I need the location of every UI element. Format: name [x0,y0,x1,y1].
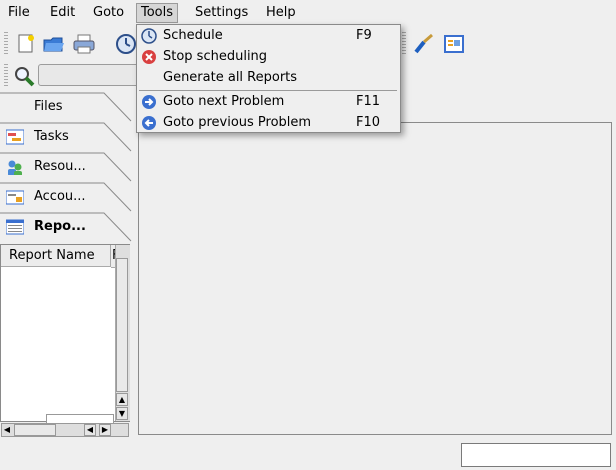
clock-icon [141,28,157,44]
menu-item-schedule[interactable]: Schedule F9 [137,26,400,46]
resources-icon [8,160,22,175]
menu-file-label: File [8,5,30,20]
clean-button[interactable] [412,32,436,56]
goto-previous-problem-shortcut: F10 [356,115,381,130]
tab-files-label: Files [34,99,63,114]
filter-input[interactable] [46,414,114,423]
goto-previous-problem-label: Goto previous Problem [163,115,312,130]
menu-file[interactable]: File [4,4,34,22]
menu-goto-label: Goto [93,5,125,20]
schedule-shortcut: F9 [356,28,372,43]
tab-resources-label: Resou... [34,159,86,174]
menu-settings-label: Settings [195,5,249,20]
scroll-right-arrow[interactable]: ▶ [99,424,111,436]
toolbar-grip[interactable] [4,32,8,56]
reports-icon [6,219,24,235]
sidebar-tab-resources[interactable]: Resou... [0,152,132,182]
search-button[interactable] [12,64,36,88]
menu-settings[interactable]: Settings [191,4,252,22]
menu-edit-label: Edit [50,5,76,20]
tools-dropdown-menu: Schedule F9 Stop scheduling Generate all… [136,24,401,133]
status-bar-field [461,443,611,467]
main-content-area[interactable] [138,122,612,435]
menu-tools[interactable]: Tools [136,3,179,23]
report-name-header-label: Report Name [9,248,95,263]
tasks-icon [6,129,24,145]
menubar: File Edit Goto Tools Settings Help [0,0,616,26]
arrow-left-icon [142,116,156,130]
sidebar-tab-reports[interactable]: Repo... [0,212,132,242]
scroll-down-arrow[interactable]: ▼ [116,407,128,420]
sidebar-tab-tasks[interactable]: Tasks [0,122,132,152]
list-scroll-thumb[interactable] [116,258,128,392]
report-view-button[interactable] [442,32,466,56]
sidebar-tab-files[interactable]: Files [0,92,132,122]
stop-icon [142,50,156,64]
print-button[interactable] [72,32,96,56]
broom-icon [414,33,433,54]
sidebar-tab-accounts[interactable]: Accou... [0,182,132,212]
menu-help[interactable]: Help [262,4,300,22]
stop-scheduling-label: Stop scheduling [163,49,268,64]
accounts-icon [6,190,24,205]
schedule-label: Schedule [163,28,223,43]
scroll-left-arrow-2[interactable]: ◀ [84,424,96,436]
scroll-up-arrow[interactable]: ▲ [116,393,128,406]
tab-accounts-label: Accou... [34,189,86,204]
menu-goto[interactable]: Goto [89,4,128,22]
tab-reports-label: Repo... [34,219,86,234]
arrow-right-icon [142,95,156,109]
menu-item-goto-previous-problem[interactable]: Goto previous Problem F10 [137,113,400,133]
report-window-icon [444,35,464,53]
report-name-column-header[interactable]: Report Name [1,245,111,267]
magnifier-icon [15,67,35,87]
clock-icon [116,34,136,54]
schedule-toolbar-button[interactable] [114,32,138,56]
menu-item-stop-scheduling[interactable]: Stop scheduling [137,47,400,67]
files-icon [6,99,24,115]
menu-tools-label: Tools [141,5,174,20]
report-list[interactable] [0,244,130,422]
generate-reports-label: Generate all Reports [163,70,298,85]
new-file-button[interactable] [14,32,38,56]
tab-tasks-label: Tasks [34,129,69,144]
goto-next-problem-shortcut: F11 [356,94,381,109]
goto-next-problem-label: Goto next Problem [163,94,285,109]
menu-edit[interactable]: Edit [46,4,79,22]
open-file-button[interactable] [42,32,66,56]
menu-separator [139,90,397,91]
menu-item-goto-next-problem[interactable]: Goto next Problem F11 [137,92,400,112]
menu-help-label: Help [266,5,296,20]
open-folder-icon [43,37,64,52]
scroll-left-arrow[interactable]: ◀ [2,424,12,436]
printer-icon [73,34,95,54]
horizontal-scroll-thumb[interactable] [14,424,56,436]
new-file-icon [18,34,34,53]
search-toolbar-grip[interactable] [4,64,8,88]
menu-item-generate-reports[interactable]: Generate all Reports [137,68,400,88]
toolbar-grip-2[interactable] [402,32,406,56]
search-input[interactable] [38,64,148,86]
